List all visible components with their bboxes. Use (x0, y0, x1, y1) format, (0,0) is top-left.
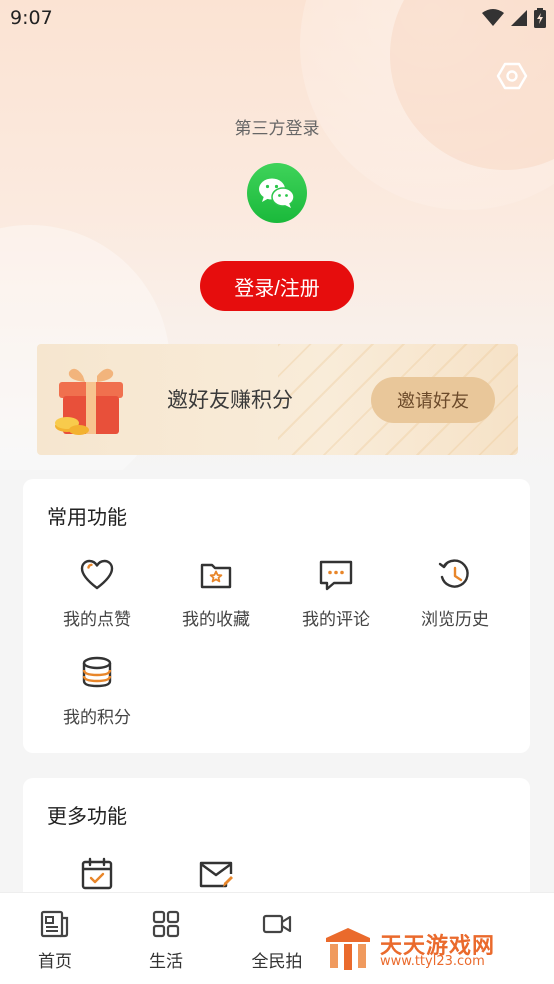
watermark-url: www.ttyl23.com (380, 954, 485, 969)
settings-button[interactable] (496, 60, 528, 92)
news-icon (40, 909, 70, 939)
feedback-button[interactable] (156, 856, 276, 892)
tab-home[interactable]: 首页 (15, 909, 95, 972)
battery-icon (534, 8, 546, 28)
grid-icon (151, 909, 181, 939)
coins-icon (79, 655, 115, 691)
heart-icon (79, 557, 115, 593)
third-party-login-caption: 第三方登录 (234, 119, 320, 139)
my-likes-label: 我的点赞 (63, 610, 131, 630)
wechat-icon (259, 178, 295, 208)
browsing-history-label: 浏览历史 (421, 610, 489, 630)
status-bar: 9:07 (0, 0, 554, 38)
invite-title: 邀好友赚积分 (167, 388, 293, 412)
my-comments-label: 我的评论 (302, 610, 370, 630)
tab-home-label: 首页 (38, 952, 72, 972)
watermark: 天天游戏网 www.ttyl23.com (322, 926, 522, 974)
browsing-history-button[interactable]: 浏览历史 (395, 557, 515, 630)
tab-life[interactable]: 生活 (126, 909, 206, 972)
watermark-logo-icon (326, 928, 370, 970)
my-points-button[interactable]: 我的积分 (37, 655, 157, 728)
status-icons (482, 8, 546, 28)
calendar-check-icon (79, 856, 115, 892)
tab-life-label: 生活 (149, 952, 183, 972)
section-title: 常用功能 (47, 505, 127, 529)
mail-edit-icon (198, 856, 234, 892)
tab-citizen-shoot[interactable]: 全民拍 (237, 909, 317, 972)
folder-star-icon (198, 557, 234, 593)
signal-icon (511, 10, 527, 26)
gift-icon (53, 364, 133, 440)
settings-icon (496, 62, 528, 90)
tab-citizen-shoot-label: 全民拍 (251, 952, 303, 972)
my-points-label: 我的积分 (63, 708, 131, 728)
comment-icon (318, 557, 354, 593)
login-register-button[interactable]: 登录/注册 (200, 261, 354, 311)
check-in-button[interactable] (37, 856, 157, 892)
history-icon (437, 557, 473, 593)
video-camera-icon (262, 909, 292, 939)
invite-friends-button[interactable]: 邀请好友 (371, 377, 495, 423)
my-favorites-label: 我的收藏 (182, 610, 250, 630)
my-likes-button[interactable]: 我的点赞 (37, 557, 157, 630)
wifi-icon (482, 9, 504, 26)
section-title: 更多功能 (47, 804, 127, 828)
my-favorites-button[interactable]: 我的收藏 (156, 557, 276, 630)
status-time: 9:07 (10, 7, 53, 29)
wechat-login-button[interactable] (247, 163, 307, 223)
my-comments-button[interactable]: 我的评论 (276, 557, 396, 630)
common-functions-card: 常用功能 我的点赞 我的收藏 我的评论 浏览历史 我的积分 (23, 479, 530, 753)
invite-banner[interactable]: 邀好友赚积分 邀请好友 (37, 344, 518, 455)
